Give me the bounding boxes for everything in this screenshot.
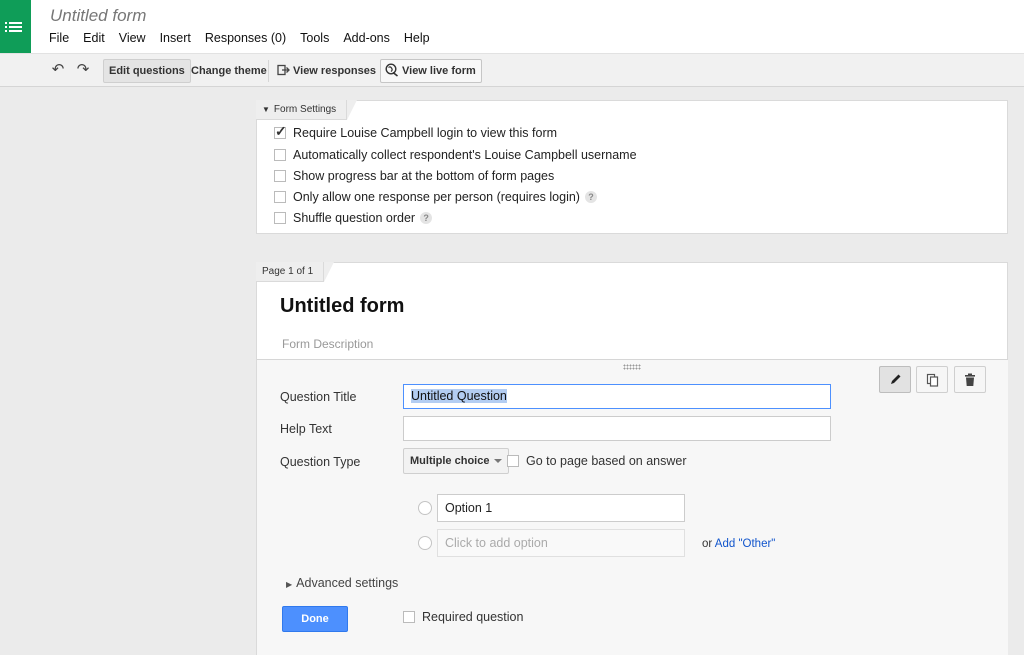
shuffle-questions-checkbox[interactable] xyxy=(274,212,286,224)
view-responses-label: View responses xyxy=(293,65,376,77)
option-radio xyxy=(418,536,432,550)
question-title-label: Question Title xyxy=(280,390,357,404)
question-editor: Question Title Untitled Question Help Te… xyxy=(257,359,1008,655)
setting-one-response: Only allow one response per person (requ… xyxy=(274,190,597,204)
menu-view[interactable]: View xyxy=(119,31,146,45)
advanced-settings-label: Advanced settings xyxy=(296,576,399,590)
app-header: Untitled form File Edit View Insert Resp… xyxy=(0,0,1024,53)
question-type-select[interactable]: Multiple choice xyxy=(403,448,510,474)
view-responses-button[interactable]: View responses xyxy=(272,59,382,83)
form-title[interactable]: Untitled form xyxy=(280,295,404,318)
globe-link-icon xyxy=(385,63,398,77)
menu-insert[interactable]: Insert xyxy=(160,31,191,45)
undo-icon[interactable]: ↶ xyxy=(50,62,66,77)
setting-require-login: Require Louise Campbell login to view th… xyxy=(274,123,558,140)
option-radio xyxy=(418,501,432,515)
setting-label: Show progress bar at the bottom of form … xyxy=(293,169,555,183)
document-title[interactable]: Untitled form xyxy=(50,6,146,26)
collect-username-checkbox[interactable] xyxy=(274,149,286,161)
question-type-value: Multiple choice xyxy=(410,455,490,467)
page-indicator: Page 1 of 1 xyxy=(256,262,335,282)
required-question-label: Required question xyxy=(422,610,524,624)
setting-label: Shuffle question order xyxy=(293,211,416,225)
toolbar-divider xyxy=(268,60,269,82)
or-text: or xyxy=(702,538,713,550)
form-page: Page 1 of 1 Untitled form Form Descripti… xyxy=(256,262,1008,655)
help-icon[interactable]: ? xyxy=(420,212,433,224)
view-live-form-label: View live form xyxy=(402,65,476,77)
option-1-input[interactable] xyxy=(437,494,685,522)
require-login-checkbox[interactable] xyxy=(274,123,287,140)
menu-tools[interactable]: Tools xyxy=(300,31,329,45)
go-to-page-label: Go to page based on answer xyxy=(526,454,687,468)
help-text-label: Help Text xyxy=(280,422,332,436)
trash-icon xyxy=(965,373,975,386)
menu-add-ons[interactable]: Add-ons xyxy=(343,31,390,45)
form-settings-panel: ▼Form Settings Require Louise Campbell l… xyxy=(256,100,1008,234)
drag-handle-icon[interactable] xyxy=(623,364,641,370)
duplicate-icon xyxy=(926,373,938,387)
form-settings-label: Form Settings xyxy=(273,104,337,115)
menu-file[interactable]: File xyxy=(49,31,69,45)
toolbar: ↶ ↷ Edit questions Change theme View res… xyxy=(0,53,1024,87)
form-settings-toggle[interactable]: ▼ Form Settings xyxy=(256,100,358,120)
add-other-text: or Add "Other" xyxy=(702,538,775,550)
edit-questions-button[interactable]: Edit questions xyxy=(103,59,191,83)
menu-help[interactable]: Help xyxy=(404,31,430,45)
setting-shuffle-questions: Shuffle question order ? xyxy=(274,211,433,225)
add-option-input[interactable]: Click to add option xyxy=(437,529,685,557)
go-to-page-checkbox[interactable] xyxy=(507,455,519,467)
caret-right-icon: ▶ xyxy=(286,580,293,589)
dropdown-caret-icon xyxy=(494,459,503,464)
setting-collect-username: Automatically collect respondent's Louis… xyxy=(274,148,637,162)
form-description[interactable]: Form Description xyxy=(282,337,373,351)
advanced-settings-toggle[interactable]: ▶ Advanced settings xyxy=(286,576,398,590)
progress-bar-checkbox[interactable] xyxy=(274,170,286,182)
caret-down-icon: ▼ xyxy=(262,105,270,114)
question-title-input[interactable]: Untitled Question xyxy=(403,384,831,409)
setting-progress-bar: Show progress bar at the bottom of form … xyxy=(274,169,554,183)
view-live-form-button[interactable]: View live form xyxy=(380,59,482,83)
done-button[interactable]: Done xyxy=(282,606,348,632)
forms-list-icon[interactable] xyxy=(0,0,31,53)
setting-label: Require Louise Campbell login to view th… xyxy=(293,126,558,140)
delete-question-button[interactable] xyxy=(954,366,986,393)
export-icon xyxy=(277,64,290,76)
menu-edit[interactable]: Edit xyxy=(83,31,105,45)
one-response-checkbox[interactable] xyxy=(274,191,286,203)
required-question-option: Required question xyxy=(403,610,523,624)
help-text-input[interactable] xyxy=(403,416,831,441)
question-type-label: Question Type xyxy=(280,455,361,469)
menu-responses[interactable]: Responses (0) xyxy=(205,31,286,45)
add-other-link[interactable]: Add "Other" xyxy=(715,538,776,550)
pencil-icon xyxy=(890,374,900,384)
change-theme-button[interactable]: Change theme xyxy=(185,59,273,83)
redo-icon[interactable]: ↷ xyxy=(75,62,91,77)
go-to-page-option: Go to page based on answer xyxy=(507,454,687,468)
help-icon[interactable]: ? xyxy=(584,191,597,203)
required-question-checkbox[interactable] xyxy=(403,611,415,623)
question-title-value: Untitled Question xyxy=(411,389,507,403)
setting-label: Automatically collect respondent's Louis… xyxy=(293,148,637,162)
setting-label: Only allow one response per person (requ… xyxy=(293,190,580,204)
duplicate-question-button[interactable] xyxy=(916,366,948,393)
edit-question-button[interactable] xyxy=(879,366,911,393)
menu-bar: File Edit View Insert Responses (0) Tool… xyxy=(49,31,444,45)
